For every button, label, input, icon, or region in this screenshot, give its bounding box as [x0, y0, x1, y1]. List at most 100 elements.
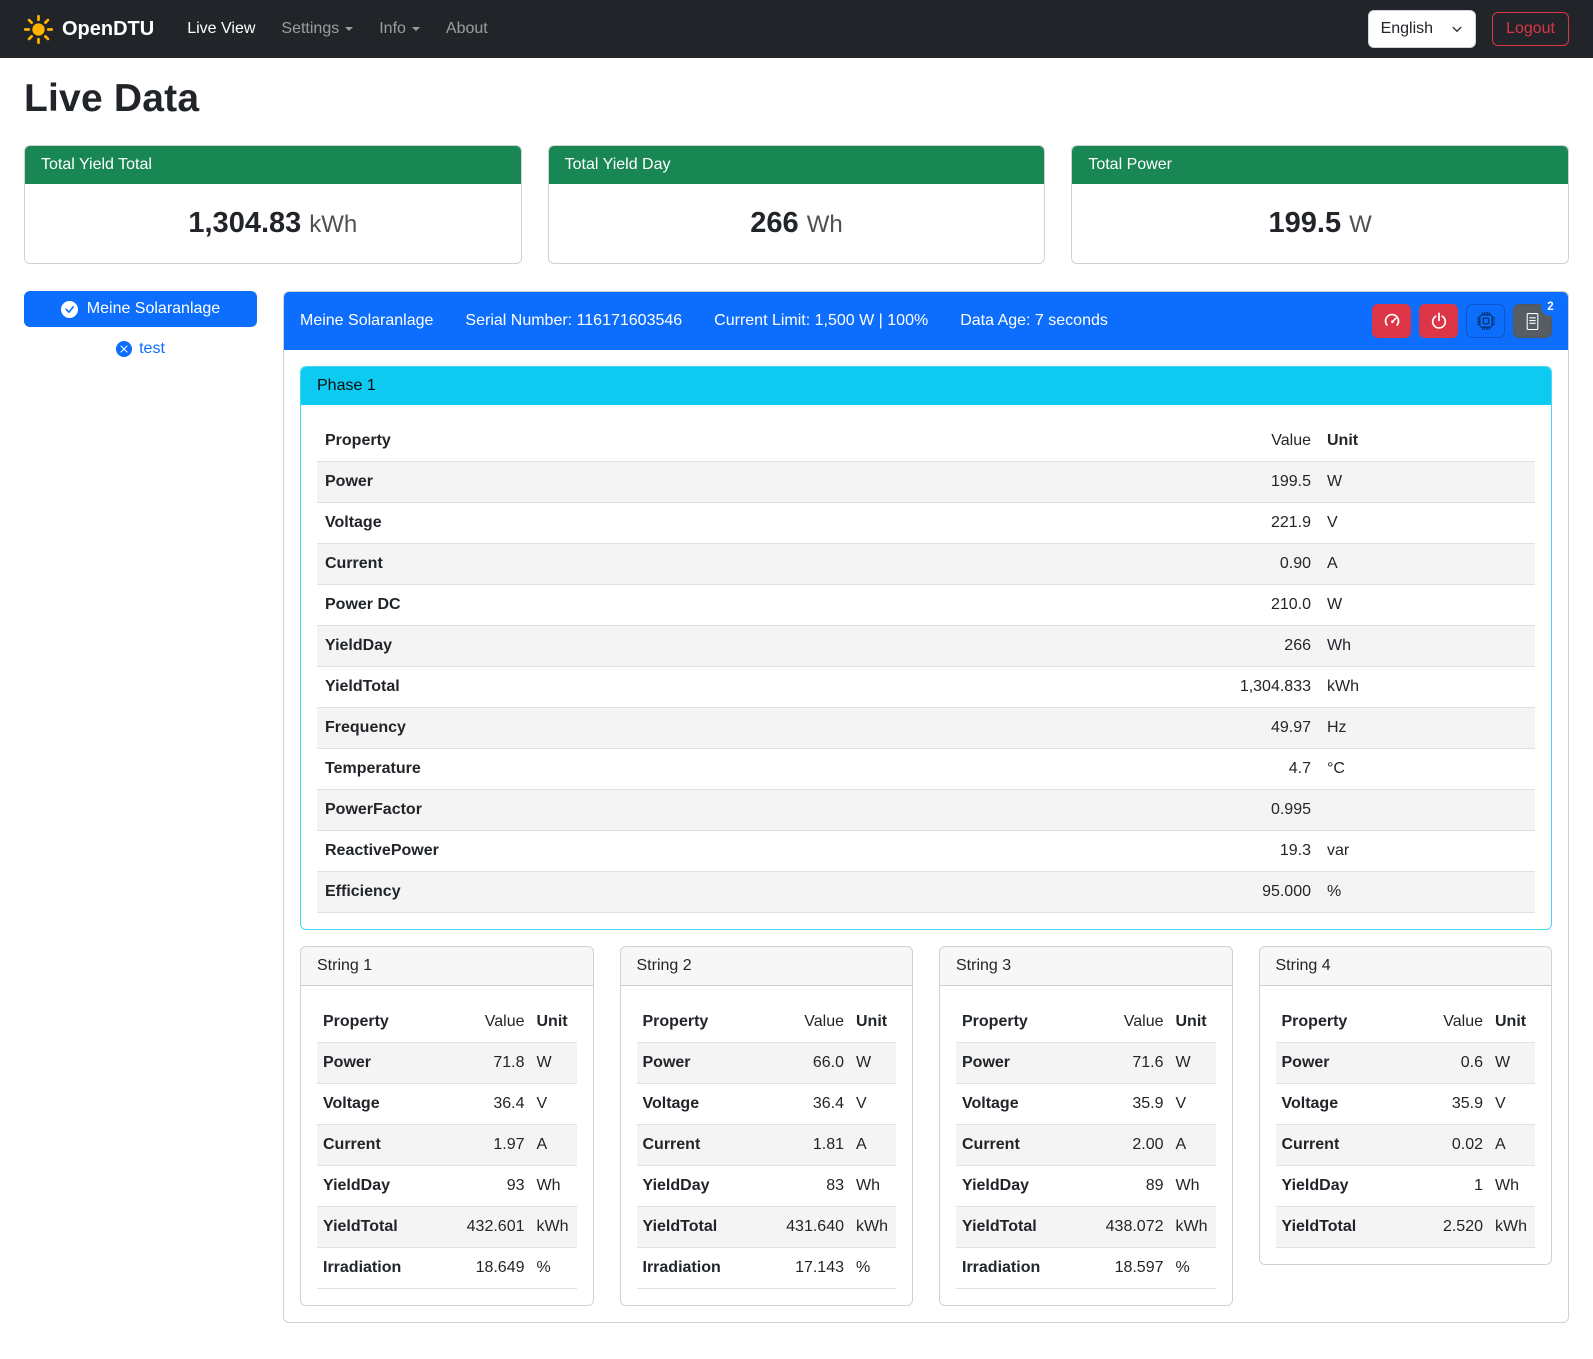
navbar-right: English Logout	[1368, 10, 1569, 48]
unit-cell: W	[850, 1043, 896, 1084]
value-cell: 2.520	[1409, 1207, 1489, 1248]
property-cell: Current	[637, 1125, 757, 1166]
summary-card-body: 1,304.83kWh	[25, 184, 521, 263]
string-title: String 3	[940, 947, 1232, 986]
property-cell: YieldDay	[956, 1166, 1076, 1207]
nav-info[interactable]: Info	[366, 12, 433, 46]
unit-cell: kWh	[850, 1207, 896, 1248]
unit-cell: V	[531, 1084, 577, 1125]
value-cell: 4.7	[916, 749, 1319, 790]
string-title: String 2	[621, 947, 913, 986]
property-cell: YieldTotal	[317, 1207, 437, 1248]
col-unit: Unit	[531, 1002, 577, 1043]
property-cell: Voltage	[317, 503, 916, 544]
inverter-limit: Current Limit: 1,500 W | 100%	[714, 312, 928, 330]
string-title: String 4	[1260, 947, 1552, 986]
main-container: Live Data Total Yield Total 1,304.83kWh …	[0, 77, 1593, 1353]
table-row: YieldDay 83 Wh	[637, 1166, 897, 1207]
value-cell: 431.640	[757, 1207, 850, 1248]
value-cell: 49.97	[916, 708, 1319, 749]
value-cell: 93	[437, 1166, 530, 1207]
inverter-item-test[interactable]: test	[24, 340, 257, 358]
summary-card-body: 199.5W	[1072, 184, 1568, 263]
unit-cell: W	[1319, 585, 1535, 626]
logout-button[interactable]: Logout	[1492, 12, 1569, 46]
inverter-card-header: Meine Solaranlage Serial Number: 1161716…	[284, 292, 1568, 350]
string-card-1: String 1 Property Value Unit	[300, 946, 594, 1306]
value-cell: 266	[916, 626, 1319, 667]
summary-card-total-yield-total: Total Yield Total 1,304.83kWh	[24, 145, 522, 264]
x-circle-icon	[116, 341, 132, 357]
table-row: Voltage 35.9 V	[1276, 1084, 1536, 1125]
event-log-button[interactable]: 2	[1513, 304, 1552, 338]
table-row: Temperature 4.7 °C	[317, 749, 1535, 790]
unit-cell: A	[1170, 1125, 1216, 1166]
unit-cell	[1319, 790, 1535, 831]
phase-table-body: Power 199.5 W Voltage 221.9 V Current 0.	[317, 462, 1535, 913]
unit-cell: W	[1170, 1043, 1216, 1084]
string-card-4: String 4 Property Value Unit	[1259, 946, 1553, 1265]
unit-cell: W	[1319, 462, 1535, 503]
property-cell: YieldDay	[1276, 1166, 1409, 1207]
col-value: Value	[916, 421, 1319, 462]
inverter-select-button[interactable]: Meine Solaranlage	[24, 291, 257, 327]
unit-cell: A	[850, 1125, 896, 1166]
summary-card-total-power: Total Power 199.5W	[1071, 145, 1569, 264]
property-cell: YieldDay	[317, 1166, 437, 1207]
power-button[interactable]	[1419, 304, 1458, 338]
chevron-down-icon	[345, 27, 353, 31]
check-circle-icon	[61, 301, 78, 318]
summary-card-title: Total Yield Total	[25, 146, 521, 184]
value-cell: 18.597	[1076, 1248, 1169, 1289]
language-value: English	[1381, 20, 1433, 38]
value-cell: 36.4	[757, 1084, 850, 1125]
unit-cell: V	[850, 1084, 896, 1125]
table-header-row: Property Value Unit	[1276, 1002, 1536, 1043]
col-property: Property	[317, 421, 916, 462]
speedometer-icon	[1383, 312, 1401, 330]
unit-cell: Wh	[531, 1166, 577, 1207]
value-cell: 89	[1076, 1166, 1169, 1207]
string-table: Property Value Unit Power 66.0 W	[637, 1002, 897, 1289]
summary-unit: Wh	[807, 211, 843, 238]
value-cell: 66.0	[757, 1043, 850, 1084]
property-cell: ReactivePower	[317, 831, 916, 872]
property-cell: Power	[637, 1043, 757, 1084]
table-row: Power 199.5 W	[317, 462, 1535, 503]
unit-cell: Hz	[1319, 708, 1535, 749]
language-select[interactable]: English	[1368, 10, 1476, 48]
col-property: Property	[956, 1002, 1076, 1043]
inverter-select-label: Meine Solaranlage	[87, 300, 220, 318]
value-cell: 17.143	[757, 1248, 850, 1289]
table-row: YieldTotal 438.072 kWh	[956, 1207, 1216, 1248]
unit-cell: Wh	[1170, 1166, 1216, 1207]
nav-about[interactable]: About	[433, 12, 501, 46]
page-title: Live Data	[24, 77, 1569, 121]
value-cell: 19.3	[916, 831, 1319, 872]
col-unit: Unit	[1489, 1002, 1535, 1043]
nav-settings[interactable]: Settings	[268, 12, 366, 46]
limit-settings-button[interactable]	[1372, 304, 1411, 338]
property-cell: Current	[1276, 1125, 1409, 1166]
brand[interactable]: OpenDTU	[24, 15, 154, 44]
value-cell: 35.9	[1409, 1084, 1489, 1125]
value-cell: 0.995	[916, 790, 1319, 831]
table-row: YieldDay 1 Wh	[1276, 1166, 1536, 1207]
device-info-button[interactable]	[1466, 304, 1505, 338]
nav-live-view[interactable]: Live View	[174, 12, 268, 46]
top-navbar: OpenDTU Live View Settings Info About En…	[0, 0, 1593, 58]
col-value: Value	[757, 1002, 850, 1043]
value-cell: 210.0	[916, 585, 1319, 626]
table-row: Current 2.00 A	[956, 1125, 1216, 1166]
string-table-body: Power 71.8 W Voltage 36.4 V Current	[317, 1043, 577, 1289]
col-unit: Unit	[1170, 1002, 1216, 1043]
string-table-body: Power 71.6 W Voltage 35.9 V Current	[956, 1043, 1216, 1289]
table-row: Voltage 36.4 V	[317, 1084, 577, 1125]
unit-cell: %	[531, 1248, 577, 1289]
unit-cell: A	[1489, 1125, 1535, 1166]
value-cell: 1,304.833	[916, 667, 1319, 708]
string-table: Property Value Unit Power 71.6 W	[956, 1002, 1216, 1289]
col-property: Property	[637, 1002, 757, 1043]
value-cell: 432.601	[437, 1207, 530, 1248]
value-cell: 71.6	[1076, 1043, 1169, 1084]
